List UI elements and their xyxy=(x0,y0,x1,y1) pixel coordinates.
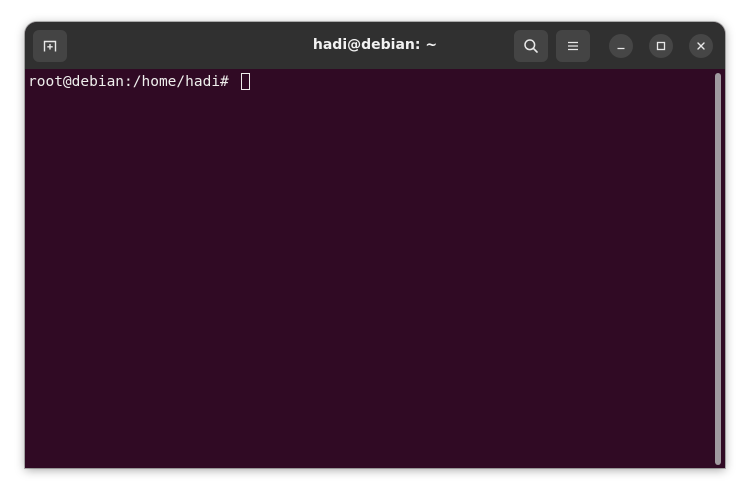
terminal-window: hadi@debian: ~ root@debian:/home/hadi# xyxy=(25,22,725,468)
hamburger-menu-icon xyxy=(568,41,578,51)
shell-prompt: root@debian:/home/hadi# xyxy=(28,74,229,90)
text-cursor xyxy=(240,73,250,90)
prompt-line: root@debian:/home/hadi# xyxy=(28,72,250,92)
minimize-icon xyxy=(617,47,625,50)
search-icon xyxy=(524,39,538,53)
close-icon xyxy=(697,42,705,50)
terminal-area[interactable]: root@debian:/home/hadi# xyxy=(25,69,725,468)
scrollbar[interactable] xyxy=(715,73,721,465)
menu-button[interactable] xyxy=(556,30,590,62)
new-tab-icon xyxy=(43,40,57,52)
close-button[interactable] xyxy=(689,34,713,58)
new-tab-button[interactable] xyxy=(33,30,67,62)
maximize-button[interactable] xyxy=(649,34,673,58)
title-bar[interactable]: hadi@debian: ~ xyxy=(25,22,725,69)
minimize-button[interactable] xyxy=(609,34,633,58)
maximize-icon xyxy=(656,41,666,51)
search-button[interactable] xyxy=(514,30,548,62)
